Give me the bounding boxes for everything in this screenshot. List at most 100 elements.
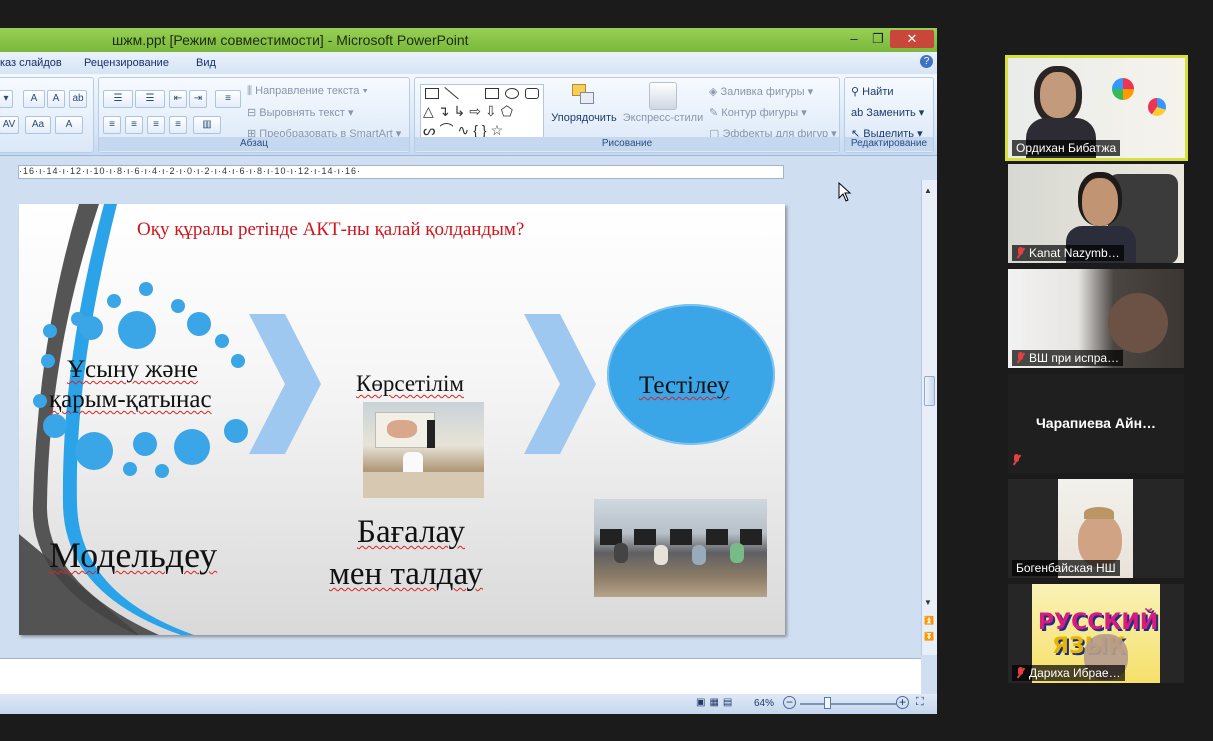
shapes-row-2-icons[interactable]: △↴↳⇨⇩⬠ xyxy=(423,103,517,120)
numbering-icon[interactable]: ☰ xyxy=(135,90,165,108)
wall-decoration xyxy=(1112,78,1134,100)
participant-face xyxy=(1082,178,1118,226)
text-direction-button[interactable]: ⫼ Направление текста ▾ xyxy=(247,85,368,98)
editing-group: ⚲ Найти ab Заменить ▾ ↖ Выделить ▾ Редак… xyxy=(844,77,934,153)
prev-slide-icon[interactable]: ⏫ xyxy=(924,616,934,625)
participant-crown xyxy=(1084,507,1114,519)
tab-review[interactable]: Рецензирование xyxy=(84,57,169,69)
shape-outline-button[interactable]: ✎ Контур фигуры ▾ xyxy=(709,106,807,119)
vertical-scrollbar[interactable]: ▲ ▼ ⏫ ⏬ xyxy=(921,180,937,655)
zoom-level[interactable]: 64% xyxy=(754,698,774,709)
bubble-dot xyxy=(224,419,248,443)
participant-display-name: Чарапиева Айн… xyxy=(1035,415,1157,431)
slide-item-analysis: мен талдау xyxy=(329,556,483,592)
paragraph-group-label: Абзац xyxy=(99,137,409,151)
notes-pane[interactable] xyxy=(0,658,921,694)
participant-tile-active[interactable]: Ордихан Бибатжа xyxy=(1005,55,1188,161)
classroom-photo-2 xyxy=(594,499,767,597)
grow-font-icon[interactable]: A xyxy=(23,90,45,108)
font-color-icon[interactable]: A xyxy=(55,116,83,134)
quick-styles-button[interactable]: Экспресс-стили xyxy=(621,82,705,138)
drawing-group: △↴↳⇨⇩⬠ ᔕ⌒∿{}☆ Упорядочить Экспресс-стили… xyxy=(414,77,840,153)
participant-face xyxy=(1040,72,1076,118)
change-case-icon[interactable]: Aa xyxy=(25,116,51,134)
participant-name: ВШ при испра… xyxy=(1012,350,1124,366)
next-slide-icon[interactable]: ⏬ xyxy=(924,632,934,641)
find-button[interactable]: ⚲ Найти xyxy=(851,85,894,98)
slide-canvas[interactable]: Оқу құралы ретінде АКТ-ны қалай қолданды… xyxy=(19,204,785,635)
bubble-dot xyxy=(33,394,47,408)
align-center-icon[interactable]: ≡ xyxy=(125,116,143,134)
shrink-font-icon[interactable]: A xyxy=(47,90,65,108)
rounded-rect-shape-icon[interactable] xyxy=(525,88,539,99)
participant-tile[interactable]: РУССКИЙ ЯЗЫК Дариха Ибрае… xyxy=(1008,584,1184,683)
help-icon[interactable]: ? xyxy=(920,55,933,68)
participant-name: Ордихан Бибатжа xyxy=(1012,140,1121,156)
muted-mic-icon xyxy=(1016,667,1025,678)
ribbon-tabs: каз слайдов Рецензирование Вид ? xyxy=(0,52,937,74)
participant-tile-no-video[interactable]: Чарапиева Айн… xyxy=(1008,374,1184,473)
participant-name: Kanat Nazymb… xyxy=(1012,245,1124,261)
mouse-cursor-icon xyxy=(838,182,852,202)
bubble-dot xyxy=(187,312,211,336)
powerpoint-window: шжм.ppt [Режим совместимости] - Microsof… xyxy=(0,28,937,714)
tab-slide-show[interactable]: каз слайдов xyxy=(0,57,62,69)
scroll-thumb[interactable] xyxy=(924,376,935,406)
fit-window-icon[interactable]: ⛶ xyxy=(916,696,924,709)
oval-shape-icon[interactable] xyxy=(505,88,519,99)
slide-item-demonstration: Көрсетілім xyxy=(356,371,464,396)
tab-view[interactable]: Вид xyxy=(196,57,216,69)
bubble-dot xyxy=(231,354,245,368)
chevron-arrow-1 xyxy=(249,314,321,454)
participant-tile[interactable]: ВШ при испра… xyxy=(1008,269,1184,368)
align-left-icon[interactable]: ≡ xyxy=(103,116,121,134)
slide-item-modeling: Модельдеу xyxy=(49,535,218,575)
arrange-button[interactable]: Упорядочить xyxy=(551,82,617,138)
shapes-gallery[interactable]: △↴↳⇨⇩⬠ ᔕ⌒∿{}☆ xyxy=(420,84,544,138)
participant-tile[interactable]: Kanat Nazymb… xyxy=(1008,164,1184,263)
replace-button[interactable]: ab Заменить ▾ xyxy=(851,106,924,119)
decrease-indent-icon[interactable]: ⇤ xyxy=(169,90,187,108)
scroll-down-icon[interactable]: ▼ xyxy=(924,598,932,607)
bullets-icon[interactable]: ☰ xyxy=(103,90,133,108)
zoom-in-icon[interactable]: + xyxy=(896,696,909,709)
bubble-dot xyxy=(123,462,137,476)
slide-item-presentation: Ұсыну және xyxy=(67,356,198,383)
zoom-out-icon[interactable]: − xyxy=(783,696,796,709)
align-right-icon[interactable]: ≡ xyxy=(147,116,165,134)
participant-head xyxy=(1108,293,1168,353)
close-button[interactable]: ✕ xyxy=(890,30,934,48)
line-spacing-icon[interactable]: ≡ xyxy=(215,90,241,108)
participant-tile[interactable]: Богенбайская НШ xyxy=(1008,479,1184,578)
ribbon: ▾ A A ab AV Aa A ☰ ☰ ⇤ ⇥ ≡ ≡ ≡ ≡ ≡ ▥ ⫼ Н… xyxy=(0,74,937,156)
participant-name: Богенбайская НШ xyxy=(1012,560,1120,576)
drawing-group-label: Рисование xyxy=(415,137,839,151)
bubble-dot xyxy=(41,354,55,368)
scroll-up-icon[interactable]: ▲ xyxy=(924,186,932,195)
classroom-photo-1 xyxy=(363,402,484,498)
restore-button[interactable]: ❐ xyxy=(864,30,892,48)
quick-styles-icon xyxy=(649,82,677,110)
font-size-dropdown[interactable]: ▾ xyxy=(0,90,13,108)
view-buttons-icons[interactable]: ▣▦▤ xyxy=(696,697,736,708)
justify-icon[interactable]: ≡ xyxy=(169,116,187,134)
arrange-icon xyxy=(570,82,598,110)
zoom-slider-track[interactable] xyxy=(800,703,896,705)
bubble-dot xyxy=(75,432,113,470)
wall-decoration xyxy=(1148,98,1166,116)
columns-icon[interactable]: ▥ xyxy=(193,116,221,134)
muted-mic-icon xyxy=(1016,247,1025,258)
align-text-button[interactable]: ⊟ Выровнять текст ▾ xyxy=(247,106,354,119)
bubble-dot xyxy=(133,432,157,456)
clear-formatting-icon[interactable]: ab xyxy=(69,90,87,108)
font-group: ▾ A A ab AV Aa A xyxy=(0,77,94,153)
muted-indicator xyxy=(1012,451,1025,469)
slide-title: Оқу құралы ретінде АКТ-ны қалай қолданды… xyxy=(137,219,525,240)
char-spacing-icon[interactable]: AV xyxy=(0,116,19,134)
increase-indent-icon[interactable]: ⇥ xyxy=(189,90,207,108)
window-title: шжм.ppt [Режим совместимости] - Microsof… xyxy=(112,32,469,48)
bubble-dot xyxy=(215,334,229,348)
shape-fill-button[interactable]: ◈ Заливка фигуры ▾ xyxy=(709,85,813,98)
rectangle-shape-icon[interactable] xyxy=(485,88,499,99)
zoom-slider-thumb[interactable] xyxy=(824,697,831,709)
